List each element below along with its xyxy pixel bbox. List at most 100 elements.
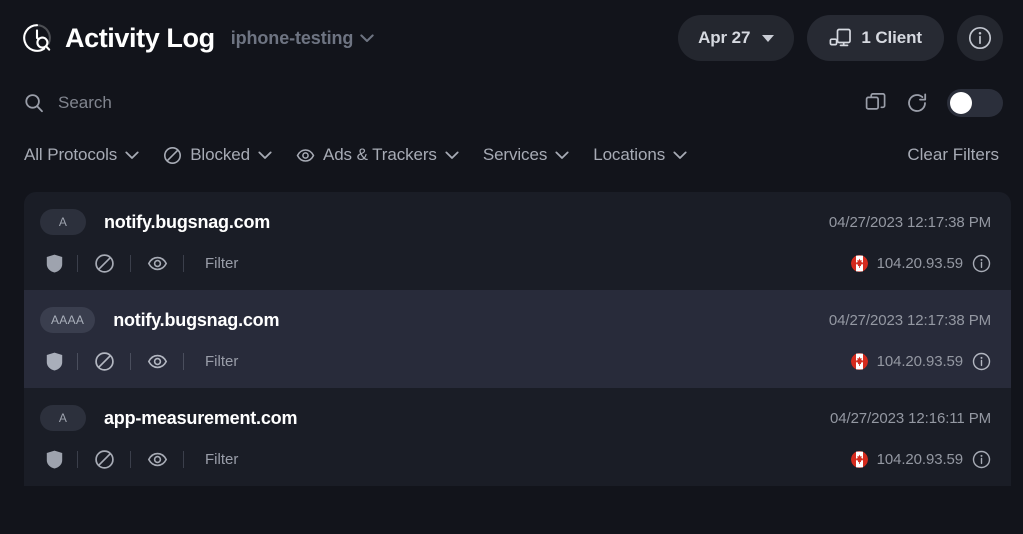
search-icon [25,94,43,113]
chevron-down-icon [673,151,687,159]
info-icon [968,26,992,50]
action-divider [183,254,184,272]
record-type-badge: A [40,209,86,235]
filter-services[interactable]: Services [483,145,582,165]
timestamp: 04/27/2023 12:17:38 PM [828,213,991,231]
eye-icon [296,148,315,162]
filter-action-button[interactable]: Filter [205,451,238,468]
filter-all-protocols[interactable]: All Protocols [24,145,152,165]
action-divider [130,254,131,272]
info-icon[interactable] [972,352,991,371]
row-meta: 104.20.93.59 [850,352,991,371]
action-divider [130,450,131,468]
caret-down-icon [762,34,775,42]
allow-shield-button[interactable] [40,449,68,470]
filter-label: Blocked [190,145,250,164]
block-circle-icon [94,449,114,469]
toggle-knob [950,92,972,114]
live-updates-toggle[interactable] [947,89,1003,117]
activity-log-icon [23,24,51,52]
domain-name[interactable]: app-measurement.com [104,408,297,429]
search-bar [0,76,1023,130]
copy-icon[interactable] [865,92,887,114]
action-divider [77,352,78,370]
ip-address: 104.20.93.59 [876,352,963,370]
action-divider [183,352,184,370]
chevron-down-icon [258,151,272,159]
block-button[interactable] [87,253,121,274]
action-divider [77,450,78,468]
block-circle-icon [164,146,182,164]
filter-ads-trackers[interactable]: Ads & Trackers [296,145,472,165]
app-header: Activity Log iphone-testing Apr 27 1 Cli… [0,0,1023,76]
filter-action-button[interactable]: Filter [205,353,238,370]
eye-icon [147,354,167,368]
allow-shield-button[interactable] [40,351,68,372]
chevron-down-icon [445,151,459,159]
domain-name[interactable]: notify.bugsnag.com [113,310,279,331]
filter-locations[interactable]: Locations [593,145,700,165]
activity-log-screen: Activity Log iphone-testing Apr 27 1 Cli… [0,0,1023,534]
hide-button[interactable] [140,351,174,372]
row-meta: 104.20.93.59 [850,450,991,469]
page-title: Activity Log [65,22,215,53]
hide-button[interactable] [140,449,174,470]
refresh-icon[interactable] [906,92,928,114]
table-row[interactable]: AAAA notify.bugsnag.com 04/27/2023 12:17… [24,290,1011,388]
row-meta: 104.20.93.59 [850,254,991,273]
record-type-badge: A [40,405,86,431]
timestamp: 04/27/2023 12:16:11 PM [830,409,991,427]
filter-blocked[interactable]: Blocked [163,145,285,165]
profile-selector[interactable]: iphone-testing [231,28,375,49]
hide-button[interactable] [140,253,174,274]
filter-label: Locations [593,145,666,164]
country-flag-icon [850,352,868,370]
row-secondary: Filter 104.20.93.59 [40,446,991,472]
profile-name: iphone-testing [230,27,354,48]
ip-address: 104.20.93.59 [876,450,963,468]
timestamp: 04/27/2023 12:17:38 PM [828,311,991,329]
brand: Activity Log [22,23,215,54]
date-picker-label: Apr 27 [698,28,751,47]
table-row[interactable]: A app-measurement.com 04/27/2023 12:16:1… [24,388,1011,486]
row-actions: Filter [40,253,238,274]
block-button[interactable] [87,351,121,372]
filter-label: Ads & Trackers [322,145,437,164]
table-row[interactable]: A notify.bugsnag.com 04/27/2023 12:17:38… [24,192,1011,290]
allow-shield-button[interactable] [40,253,68,274]
filter-bar: All Protocols Blocked Ads & Trackers Ser… [0,130,1023,180]
ip-address: 104.20.93.59 [876,254,963,272]
header-actions: Apr 27 1 Client [678,15,1003,61]
record-type-badge: AAAA [40,307,96,333]
chevron-down-icon [125,151,139,159]
action-divider [130,352,131,370]
eye-icon [147,256,167,270]
chevron-down-icon [555,151,569,159]
shield-icon [46,352,63,370]
client-filter-button[interactable]: 1 Client [807,15,944,61]
clear-filters-button[interactable]: Clear Filters [907,145,1010,165]
action-divider [77,254,78,272]
filter-label: All Protocols [24,145,118,164]
row-secondary: Filter 104.20.93.59 [40,348,991,374]
row-actions: Filter [40,449,238,470]
info-icon[interactable] [972,254,991,273]
search-field-wrap [24,93,853,113]
search-input[interactable] [58,93,853,113]
filter-action-button[interactable]: Filter [205,255,238,272]
chevron-down-icon [360,33,375,42]
activity-log-list: A notify.bugsnag.com 04/27/2023 12:17:38… [24,192,1011,490]
row-secondary: Filter 104.20.93.59 [40,250,991,276]
date-picker-button[interactable]: Apr 27 [678,15,795,61]
block-button[interactable] [87,449,121,470]
action-divider [183,450,184,468]
row-actions: Filter [40,351,238,372]
filter-label: Services [482,145,548,164]
header-info-button[interactable] [957,15,1003,61]
shield-icon [46,254,63,272]
row-primary: A app-measurement.com 04/27/2023 12:16:1… [40,404,991,432]
row-primary: A notify.bugsnag.com 04/27/2023 12:17:38… [40,208,991,236]
client-filter-label: 1 Client [861,28,922,47]
domain-name[interactable]: notify.bugsnag.com [104,212,270,233]
info-icon[interactable] [972,450,991,469]
